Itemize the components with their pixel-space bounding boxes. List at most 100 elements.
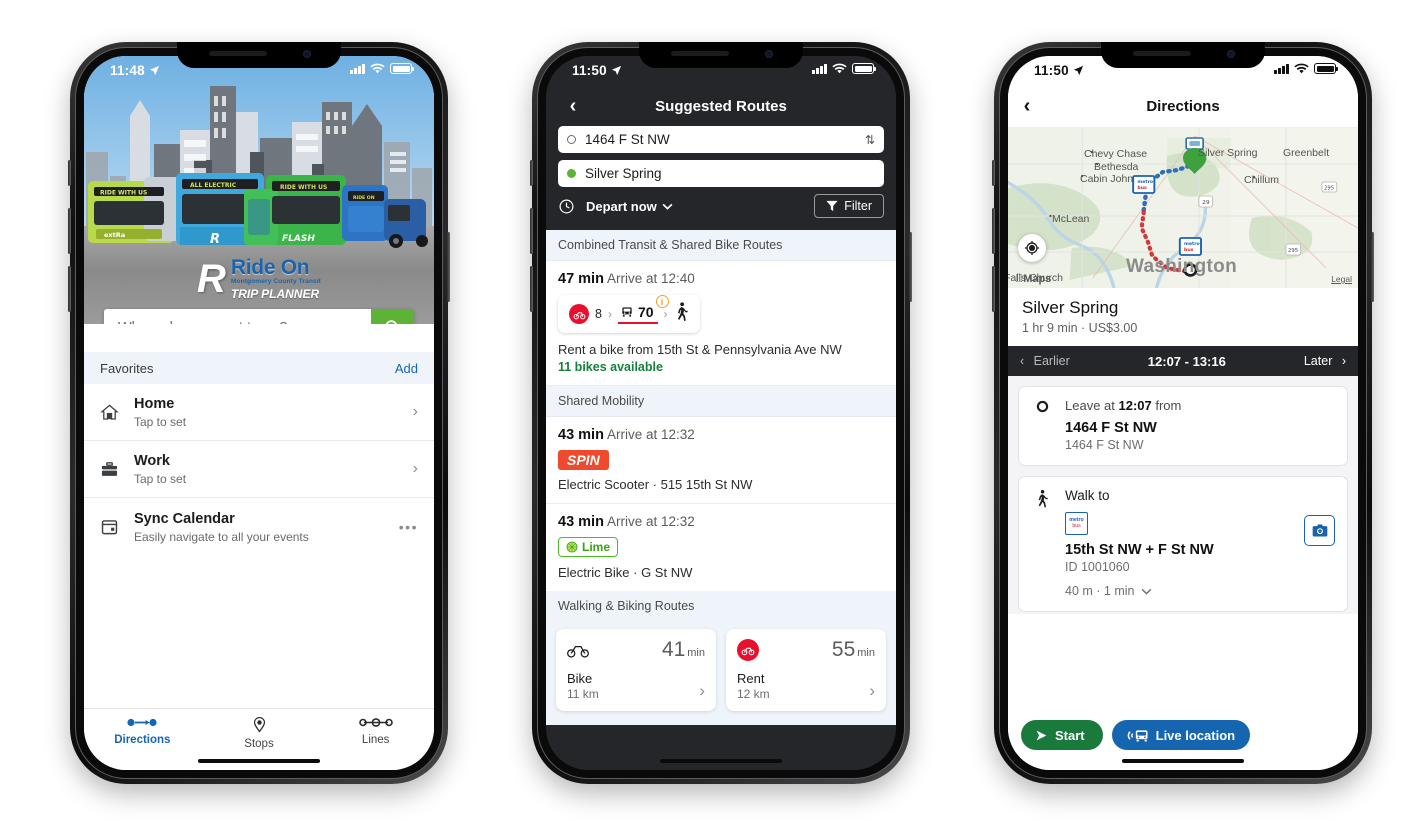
volume-down-button[interactable] [992, 266, 995, 312]
metrobus-badge-bottom: bus [1072, 522, 1081, 529]
step-address-sub: 1464 F St NW [1065, 438, 1144, 452]
power-button[interactable] [909, 232, 912, 302]
route-timing: 47 min Arrive at 12:40 [558, 271, 884, 287]
battery-icon [852, 63, 877, 74]
power-button[interactable] [447, 232, 450, 302]
route-map[interactable]: metro bus metro bus 29 295 295 Chevy Cha… [1008, 128, 1358, 288]
back-button[interactable]: ‹ [560, 92, 586, 120]
legal-link[interactable]: Legal [1331, 274, 1352, 284]
search-button[interactable] [371, 309, 414, 324]
status-time: 11:48 [110, 63, 145, 78]
filter-label: Filter [844, 199, 872, 213]
more-icon[interactable]: ••• [399, 519, 418, 535]
home-icon [98, 403, 120, 422]
mute-switch[interactable] [530, 160, 533, 186]
route-row-combined[interactable]: 47 min Arrive at 12:40 8 › 70 i › Rent a… [546, 261, 896, 386]
svg-text:metro: metro [1137, 179, 1153, 185]
volume-down-button[interactable] [68, 266, 71, 312]
step-card-walk[interactable]: Walk to metro bus 15th St NW + F St NW I… [1018, 476, 1348, 612]
card-minutes: 41 min [661, 638, 705, 661]
depart-selector[interactable]: Depart now [586, 199, 673, 214]
tab-directions[interactable]: Directions [84, 716, 201, 746]
street-view-camera-button[interactable] [1304, 515, 1335, 546]
svg-text:R: R [210, 232, 220, 247]
map-label: Chillum [1244, 174, 1280, 186]
favorite-title: Sync Calendar [134, 510, 235, 527]
alert-info-icon[interactable]: i [655, 295, 669, 308]
walk-icon [1031, 488, 1053, 598]
power-button[interactable] [1371, 232, 1374, 302]
volume-up-button[interactable] [530, 208, 533, 254]
home-indicator [198, 758, 320, 763]
phone-3-directions: ‹ Directions metro bus metro bus 29 295 … [992, 42, 1374, 784]
origin-field[interactable]: 1464 F St NW ⇅ [558, 126, 884, 153]
wifi-icon [832, 63, 847, 74]
route-duration: 47 min [558, 271, 604, 287]
filter-button[interactable]: Filter [814, 194, 884, 218]
svg-text:RIDE ON: RIDE ON [353, 195, 375, 201]
back-button[interactable]: ‹ [1014, 95, 1040, 118]
live-location-button[interactable]: Live location [1111, 720, 1251, 750]
chevron-right-icon: › [412, 460, 418, 478]
route-duration: 43 min [558, 514, 604, 530]
bicycle-icon [567, 645, 589, 658]
start-button[interactable]: Start [1021, 720, 1103, 750]
shared-mobility-row-spin[interactable]: 43 min Arrive at 12:32 SPIN Electric Sco… [546, 417, 896, 504]
map-label: Chevy Chase [1084, 148, 1148, 160]
favorite-title: Home [134, 396, 175, 412]
route-legs[interactable]: 8 › 70 i › [558, 295, 700, 333]
route-timing: 43 min Arrive at 12:32 [558, 427, 884, 443]
walk-bike-card-rent[interactable]: 55 min Rent 12 km › [726, 629, 886, 711]
swap-vertical-icon[interactable]: ⇅ [865, 133, 875, 147]
mute-switch[interactable] [68, 160, 71, 186]
search-icon [385, 320, 397, 324]
walk-meta[interactable]: 40 m · 1 min [1065, 584, 1214, 598]
volume-up-button[interactable] [68, 208, 71, 254]
map-pin-icon [253, 717, 265, 733]
wifi-icon [370, 63, 385, 74]
live-location-label: Live location [1155, 727, 1236, 743]
walk-bike-card-bike[interactable]: 41 min Bike 11 km › [556, 629, 716, 711]
later-button[interactable]: Later › [1304, 354, 1346, 368]
origin-value: 1464 F St NW [585, 132, 670, 147]
search-bar[interactable] [104, 309, 414, 324]
svg-text:295: 295 [1288, 248, 1298, 254]
favorites-add-button[interactable]: Add [395, 361, 418, 376]
favorite-subtitle: Tap to set [134, 472, 187, 487]
circle-start-icon [1031, 398, 1053, 452]
destination-field[interactable]: Silver Spring [558, 160, 884, 187]
volume-down-button[interactable] [530, 266, 533, 312]
screenshot-stage: RIDE WITH US extRa ALL ELECTRIC R RIDE W… [0, 0, 1405, 825]
card-distance: 11 km [567, 687, 599, 701]
tab-lines[interactable]: Lines [317, 716, 434, 746]
phone-3-notch [1101, 42, 1265, 68]
search-input[interactable] [104, 309, 371, 324]
chevron-down-icon [1142, 588, 1152, 595]
status-time: 11:50 [572, 63, 607, 78]
card-distance: 12 km [737, 687, 770, 701]
leg-separator-icon: › [663, 307, 668, 321]
walk-distance-time: 40 m · 1 min [1065, 584, 1135, 598]
status-time: 11:50 [1034, 63, 1069, 78]
logo-tagline: TRIP PLANNER [230, 287, 320, 301]
location-arrow-icon [611, 65, 621, 76]
stop-name: 15th St NW + F St NW [1065, 542, 1214, 558]
earlier-button[interactable]: ‹ Earlier [1020, 354, 1070, 368]
bike-share-icon [737, 639, 759, 661]
locate-me-icon [1024, 240, 1040, 256]
step-card-leave[interactable]: Leave at 12:07 from 1464 F St NW 1464 F … [1018, 386, 1348, 466]
favorite-item-work[interactable]: Work Tap to set › [84, 441, 434, 499]
tab-stops[interactable]: Stops [201, 716, 318, 750]
shared-mobility-row-lime[interactable]: 43 min Arrive at 12:32 Lime Electric Bik… [546, 504, 896, 591]
tab-label: Stops [244, 738, 274, 750]
depart-label: Depart now [586, 198, 657, 214]
favorite-item-sync-calendar[interactable]: Sync Calendar Easily navigate to all you… [84, 498, 434, 555]
svg-text:FLASH: FLASH [282, 234, 315, 244]
volume-up-button[interactable] [992, 208, 995, 254]
ride-on-logo: R Ride On Montgomery County Transit TRIP… [84, 257, 434, 300]
step-list: Leave at 12:07 from 1464 F St NW 1464 F … [1008, 376, 1358, 614]
locate-me-button[interactable] [1018, 234, 1046, 262]
favorite-item-home[interactable]: Home Tap to set › [84, 384, 434, 442]
start-label: Start [1055, 727, 1085, 743]
mute-switch[interactable] [992, 160, 995, 186]
